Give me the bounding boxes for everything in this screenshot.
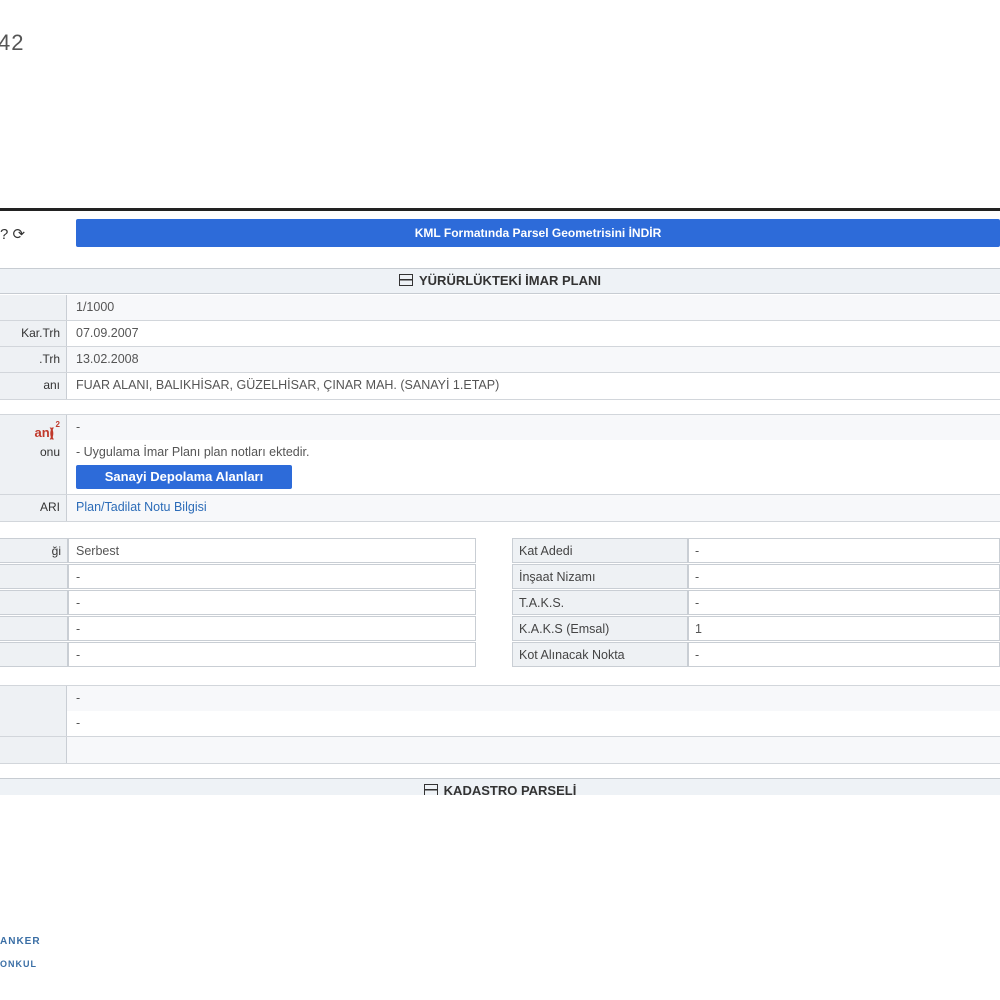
table-row: .Trh 13.02.2008 (0, 347, 1000, 373)
table-row: anı FUAR ALANI, BALIKHİSAR, GÜZELHİSAR, … (0, 373, 1000, 400)
table-row: - (0, 642, 476, 668)
date-value: 13.02.2008 (76, 352, 139, 366)
row-value: - (76, 716, 81, 730)
row-label (0, 642, 68, 667)
table-row: Kat Adedi - (512, 538, 1000, 564)
kaks-value: 1 (688, 616, 1000, 641)
table-row: onu - Uygulama İmar Planı plan notları e… (0, 440, 1000, 495)
watermark-line-1: ANKER (0, 936, 41, 947)
row-value: - (68, 616, 476, 641)
construction-order-label: İnşaat Nizamı (512, 564, 688, 589)
imar-section-title: YÜRÜRLÜKTEKİ İMAR PLANI (419, 273, 601, 288)
area-label: an(2) (0, 415, 67, 440)
help-refresh-icons[interactable]: ? ⟳ (0, 225, 30, 245)
row-label (0, 616, 68, 641)
page-number: 42 (0, 30, 25, 55)
table-row: - (0, 564, 476, 590)
plan-note-link[interactable]: Plan/Tadilat Notu Bilgisi (76, 500, 207, 514)
table-icon (399, 274, 413, 286)
imar-section-header: YÜRÜRLÜKTEKİ İMAR PLANI (0, 268, 1000, 294)
kadastro-section-header: KADASTRO PARSELİ (0, 778, 1000, 795)
table-row: an(2) - (0, 414, 1000, 441)
row-value: Serbest (68, 538, 476, 563)
construction-order-value: - (688, 564, 1000, 589)
table-row: ği Serbest (0, 538, 476, 564)
table-row: - (0, 616, 476, 642)
elevation-point-value: - (688, 642, 1000, 667)
row-label: .Trh (0, 347, 67, 372)
sanayi-depolama-button[interactable]: Sanayi Depolama Alanları (76, 465, 292, 489)
table-row: K.A.K.S (Emsal) 1 (512, 616, 1000, 642)
row-value: - (68, 564, 476, 589)
grid-icon (423, 784, 438, 795)
table-row: 1/1000 (0, 295, 1000, 321)
table-row: ARI Plan/Tadilat Notu Bilgisi (0, 495, 1000, 522)
row-label (0, 295, 67, 320)
table-row: İnşaat Nizamı - (512, 564, 1000, 590)
elevation-point-label: Kot Alınacak Nokta (512, 642, 688, 667)
taks-label: T.A.K.S. (512, 590, 688, 615)
parcel-info-panel: ? ⟳ KML Formatında Parsel Geometrisini İ… (0, 208, 1000, 795)
row-label: ği (0, 538, 68, 563)
kaks-label: K.A.K.S (Emsal) (512, 616, 688, 641)
approval-date-value: 07.09.2007 (76, 326, 139, 340)
row-label (0, 686, 67, 711)
row-label: Kar.Trh (0, 321, 67, 346)
row-label (0, 590, 68, 615)
plan-notes-text: - Uygulama İmar Planı plan notları ekted… (76, 445, 310, 459)
row-label: anı (0, 373, 67, 399)
watermark-line-2: ONKUL (0, 959, 37, 969)
area-value: - (76, 420, 81, 434)
kadastro-section-title: KADASTRO PARSELİ (443, 783, 577, 795)
row-label: onu (0, 440, 67, 494)
building-rules-grid: Kat Adedi - İnşaat Nizamı - T.A.K.S. - K… (512, 538, 1000, 670)
row-label (0, 711, 67, 736)
row-value: - (76, 691, 81, 705)
row-value: - (68, 642, 476, 667)
floor-count-value: - (688, 538, 1000, 563)
plan-name-value: FUAR ALANI, BALIKHİSAR, GÜZELHİSAR, ÇINA… (76, 378, 500, 392)
plan-scale-value: 1/1000 (76, 300, 115, 314)
table-row: T.A.K.S. - (512, 590, 1000, 616)
floor-count-label: Kat Adedi (512, 538, 688, 563)
row-label (0, 737, 67, 763)
table-row: - (0, 590, 476, 616)
left-info-grid: ği Serbest - - - - (0, 538, 476, 670)
table-row: - (0, 711, 1000, 737)
taks-value: - (688, 590, 1000, 615)
row-value: - (68, 590, 476, 615)
row-label (0, 564, 68, 589)
table-row: Kot Alınacak Nokta - (512, 642, 1000, 668)
kml-download-button[interactable]: KML Formatında Parsel Geometrisini İNDİR (76, 219, 1000, 247)
table-row (0, 737, 1000, 764)
table-row: Kar.Trh 07.09.2007 (0, 321, 1000, 347)
table-row: - (0, 685, 1000, 712)
row-label: ARI (0, 495, 67, 521)
